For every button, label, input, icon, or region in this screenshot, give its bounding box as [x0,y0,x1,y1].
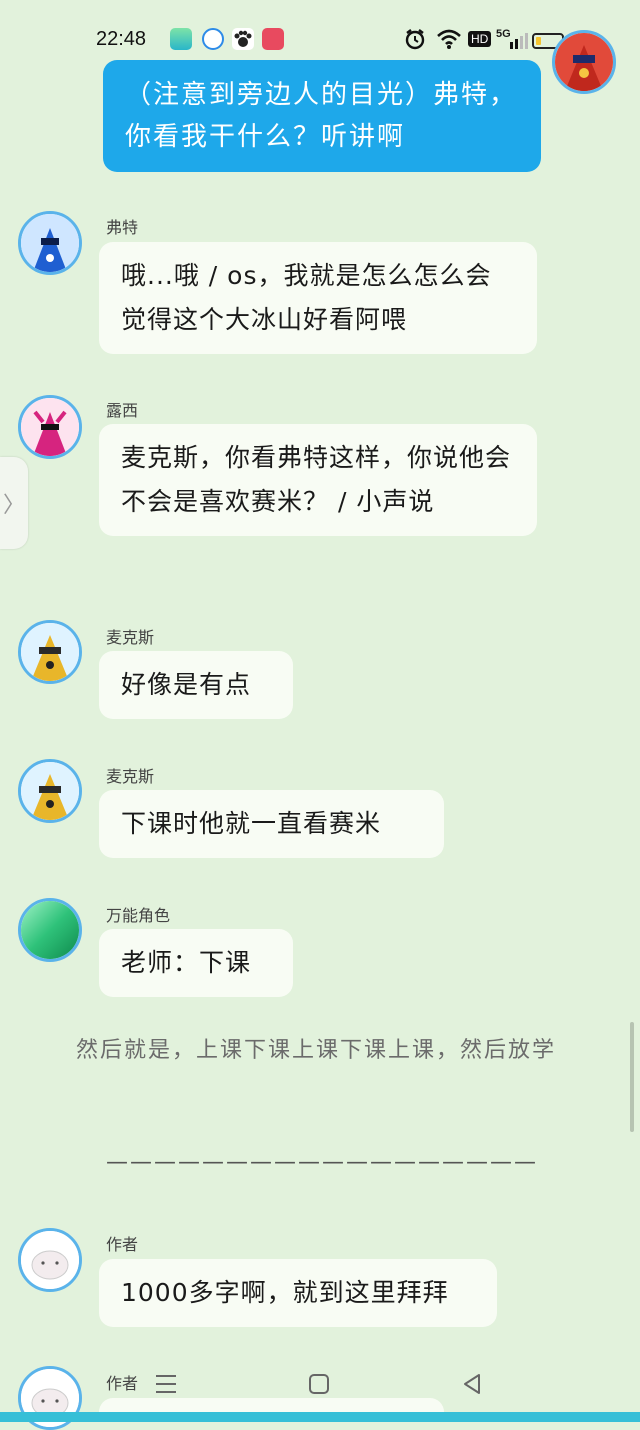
message-bubble[interactable]: 1000多字啊，就到这里拜拜 [99,1259,497,1327]
self-message-bubble[interactable]: （注意到旁边人的目光）弗特，你看我干什么？听讲啊 [103,60,541,172]
menu-icon[interactable] [150,1368,182,1400]
scrollbar[interactable] [630,1022,634,1132]
chevron-right-icon: 〉 [2,493,25,518]
sender-name: 麦克斯 [106,767,155,786]
back-icon[interactable] [456,1368,488,1400]
sender-name: 麦克斯 [106,628,155,647]
message-bubble[interactable]: 麦克斯，你看弗特这样，你说他会不会是喜欢赛米？ / 小声说 [99,424,537,536]
avatar[interactable] [18,620,82,684]
status-time: 22:48 [96,28,147,50]
narration-text: 然后就是，上课下课上课下课上课，然后放学 [76,1038,557,1063]
avatar[interactable] [18,395,82,459]
sender-name: 作者 [106,1235,139,1254]
message-bubble[interactable]: 老师：下课 [99,929,293,997]
bottom-strip [0,1412,640,1422]
avatar[interactable] [18,759,82,823]
signal-icon [508,32,530,54]
home-icon[interactable] [303,1368,335,1400]
divider-line: —————————————————— [106,1150,538,1175]
side-drawer-handle[interactable]: 〉 [0,457,28,549]
sender-name: 万能角色 [106,906,171,925]
wifi-icon [436,28,462,54]
browser-icon [202,28,224,50]
message-bubble[interactable]: 哦...哦 / os，我就是怎么怎么会觉得这个大冰山好看阿喂 [99,242,537,354]
message-bubble[interactable]: 下课时他就一直看赛米 [99,790,444,858]
avatar[interactable] [18,898,82,962]
avatar[interactable] [18,1228,82,1292]
navigation-bar [0,1360,640,1410]
game-app-icon [262,28,284,50]
hd-badge: HD [468,31,492,47]
avatar[interactable] [18,211,82,275]
sender-name: 弗特 [106,218,139,237]
app-green-icon [170,28,192,50]
battery-level [536,37,541,45]
message-bubble[interactable]: 好像是有点 [99,651,293,719]
paw-app-icon [232,28,254,50]
alarm-icon [404,28,426,54]
sender-name: 露西 [106,401,139,420]
self-avatar[interactable] [552,30,616,94]
